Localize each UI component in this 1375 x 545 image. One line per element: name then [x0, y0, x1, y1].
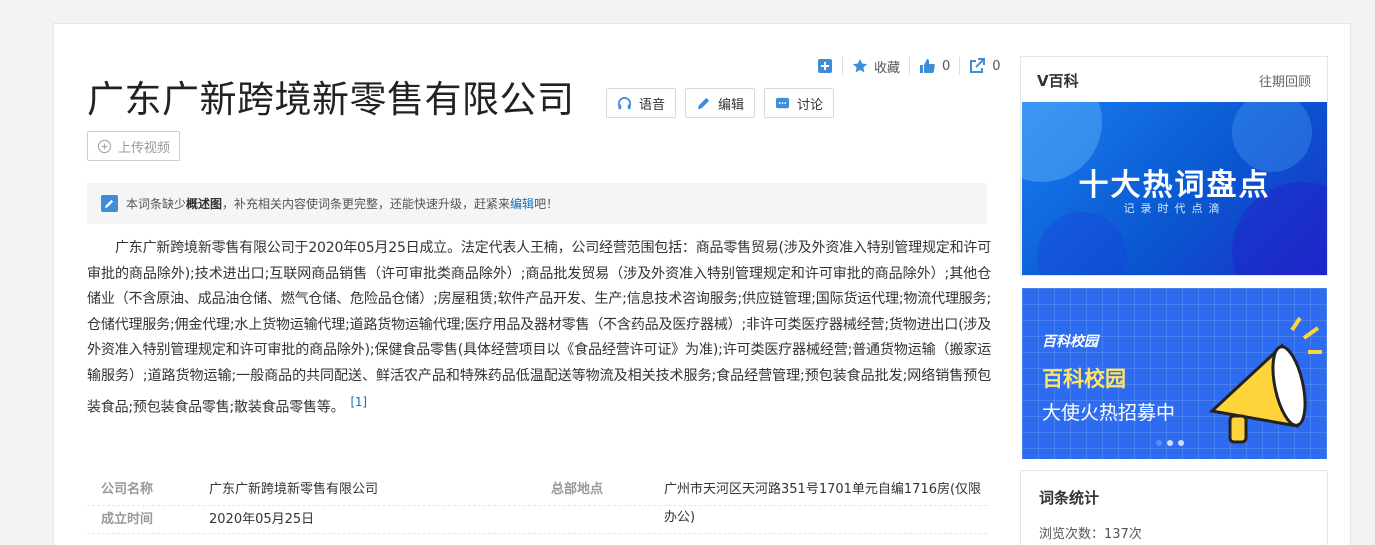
reference-link[interactable]: [1]	[350, 395, 367, 409]
add-to-list-button[interactable]	[808, 58, 842, 74]
campus-banner[interactable]: 百科校园 百科校园 大使火热招募中	[1022, 288, 1327, 459]
star-icon	[853, 59, 867, 73]
plus-circle-icon	[97, 139, 112, 153]
entry-stats-panel: 词条统计 浏览次数：137次	[1020, 470, 1328, 545]
stats-title: 词条统计	[1039, 489, 1100, 507]
view-count: 浏览次数：137次	[1039, 527, 1142, 542]
notice-edit-link[interactable]: 编辑	[510, 195, 534, 212]
chat-icon	[775, 97, 790, 108]
collect-label: 收藏	[874, 60, 901, 76]
vbaike-title: V百科	[1037, 71, 1079, 90]
banner1-subtitle: 记录时代点滴	[1123, 202, 1226, 215]
like-count: 0	[942, 58, 951, 74]
entry-toolbar: 收藏 0 0	[808, 54, 1010, 78]
founded-value: 2020年05月25日	[209, 512, 315, 527]
banner2-title: 百科校园	[1042, 367, 1126, 391]
megaphone-icon	[1208, 316, 1322, 444]
like-button[interactable]: 0	[910, 58, 959, 74]
edit-pencil-icon	[101, 195, 118, 212]
voice-button[interactable]: 语音	[606, 88, 677, 118]
share-icon	[970, 58, 986, 73]
missing-summary-notice: 本词条缺少 概述图 ，补充相关内容使词条更完整，还能快速升级，赶紧来 编辑 吧！	[87, 183, 987, 224]
discuss-label: 讨论	[797, 97, 824, 113]
summary-text: 广东广新跨境新零售有限公司于2020年05月25日成立。法定代表人王楠，公司经营…	[87, 240, 991, 416]
notice-suffix: 吧！	[534, 197, 559, 211]
company-name-label: 公司名称	[101, 482, 154, 497]
hot-words-banner[interactable]: 十大热词盘点 记录时代点滴	[1022, 102, 1327, 275]
plus-square-icon	[818, 59, 832, 73]
info-row: 公司名称 广东广新跨境新零售有限公司 总部地点 广州市天河区天河路351号170…	[87, 476, 987, 525]
discuss-button[interactable]: 讨论	[764, 88, 835, 118]
carousel-dots[interactable]	[1156, 440, 1184, 446]
edit-label: 编辑	[718, 97, 745, 113]
campus-logo: 百科校园	[1042, 334, 1098, 350]
notice-prefix: 本词条缺少	[126, 197, 187, 211]
edit-button[interactable]: 编辑	[685, 88, 756, 118]
banner1-title: 十大热词盘点	[1078, 168, 1271, 203]
title-actions: 语音 编辑 讨论	[606, 88, 835, 118]
hq-value: 广州市天河区天河路351号1701单元自编1716房(仅限办公)	[664, 482, 982, 525]
company-name-value: 广东广新跨境新零售有限公司	[209, 482, 379, 497]
notice-bold: 概述图	[186, 197, 223, 211]
headphones-icon	[618, 96, 631, 109]
founded-label: 成立时间	[101, 512, 154, 527]
page-title: 广东广新跨境新零售有限公司	[87, 78, 575, 121]
notice-middle: ，补充相关内容使词条更完整，还能快速升级，赶紧来	[222, 197, 511, 211]
thumbs-up-icon	[920, 59, 935, 73]
collect-button[interactable]: 收藏	[843, 57, 909, 76]
voice-label: 语音	[639, 97, 666, 113]
hq-label: 总部地点	[551, 482, 604, 497]
past-review-link[interactable]: 往期回顾	[1259, 71, 1311, 90]
banner2-subtitle: 大使火热招募中	[1042, 402, 1176, 424]
infobox: 公司名称 广东广新跨境新零售有限公司 总部地点 广州市天河区天河路351号170…	[87, 476, 987, 534]
share-count: 0	[992, 58, 1001, 74]
upload-video-button[interactable]: 上传视频	[87, 131, 181, 161]
pencil-icon	[697, 97, 710, 109]
summary-paragraph: 广东广新跨境新零售有限公司于2020年05月25日成立。法定代表人王楠，公司经营…	[87, 236, 991, 421]
share-button[interactable]: 0	[960, 58, 1009, 74]
upload-video-label: 上传视频	[118, 140, 171, 156]
